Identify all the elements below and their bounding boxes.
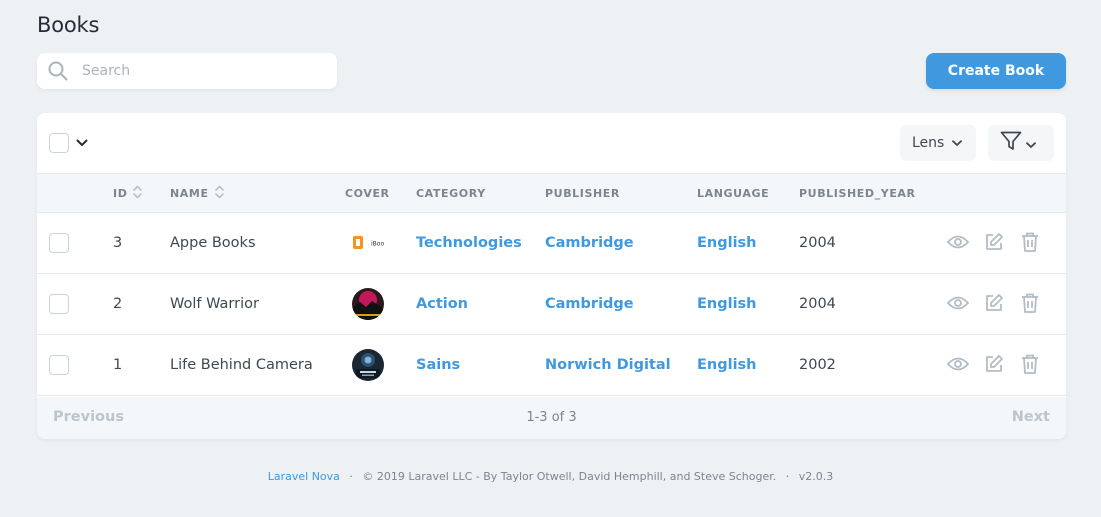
resource-table-card: Lens ID NAME COVER CATEGORY PUBLISHER LA…	[37, 113, 1066, 439]
cell-publisher-link[interactable]: Cambridge	[545, 213, 634, 273]
laravel-nova-link[interactable]: Laravel Nova	[268, 470, 340, 483]
cell-name: Wolf Warrior	[170, 296, 259, 312]
edit-icon[interactable]	[983, 353, 1005, 375]
cell-publisher-link[interactable]: Norwich Digital	[545, 335, 671, 395]
chevron-down-icon	[1026, 134, 1036, 153]
cell-category-link[interactable]: Technologies	[416, 213, 522, 273]
row-actions	[947, 231, 1041, 253]
cell-language-link[interactable]: English	[697, 274, 757, 334]
footer: Laravel Nova · © 2019 Laravel LLC - By T…	[0, 470, 1101, 483]
cell-category-link[interactable]: Sains	[416, 335, 460, 395]
delete-trash-icon[interactable]	[1019, 353, 1041, 375]
cell-published-year: 2004	[799, 235, 836, 251]
view-eye-icon[interactable]	[947, 353, 969, 375]
cell-id: 1	[113, 357, 123, 373]
movie-poster-icon	[352, 288, 384, 320]
column-header-language: LANGUAGE	[697, 186, 770, 200]
pagination: Previous 1-3 of 3 Next	[37, 397, 1066, 439]
column-header-published-year: PUBLISHED_YEAR	[799, 186, 916, 200]
table-header: ID NAME COVER CATEGORY PUBLISHER LANGUAG…	[37, 173, 1066, 213]
svg-text:iBool: iBool	[371, 241, 384, 248]
footer-version: v2.0.3	[798, 470, 834, 483]
cell-name: Life Behind Camera	[170, 357, 313, 373]
cell-id: 2	[113, 296, 123, 312]
footer-copyright: © 2019 Laravel LLC - By Taylor Otwell, D…	[362, 470, 777, 483]
page-title: Books	[37, 13, 100, 37]
table-row: 2 Wolf Warrior Action Cambridge English …	[37, 274, 1066, 335]
row-checkbox[interactable]	[49, 355, 69, 375]
next-page-button[interactable]: Next	[1012, 409, 1050, 425]
sort-icon	[133, 185, 143, 202]
cell-publisher-link[interactable]: Cambridge	[545, 274, 634, 334]
filter-icon	[1000, 131, 1022, 155]
cell-language-link[interactable]: English	[697, 335, 757, 395]
ibook-logo-icon: iBool	[352, 227, 384, 259]
lens-label: Lens	[912, 135, 945, 151]
edit-icon[interactable]	[983, 292, 1005, 314]
filter-dropdown[interactable]	[988, 125, 1054, 161]
cell-published-year: 2002	[799, 357, 836, 373]
pagination-count: 1-3 of 3	[526, 410, 577, 425]
edit-icon[interactable]	[983, 231, 1005, 253]
column-header-publisher: PUBLISHER	[545, 186, 620, 200]
footer-separator: ·	[785, 470, 790, 483]
cell-published-year: 2004	[799, 296, 836, 312]
search-input[interactable]	[37, 53, 337, 89]
footer-separator: ·	[349, 470, 353, 483]
column-header-category: CATEGORY	[416, 186, 486, 200]
chevron-down-icon	[952, 135, 963, 151]
row-checkbox[interactable]	[49, 294, 69, 314]
table-row: 1 Life Behind Camera Sains Norwich Digit…	[37, 335, 1066, 396]
camera-cover-icon	[352, 349, 384, 381]
create-book-button[interactable]: Create Book	[926, 53, 1066, 89]
search-box	[37, 53, 337, 89]
table-row: 3 Appe Books iBool Technologies Cambridg…	[37, 213, 1066, 274]
column-header-id[interactable]: ID	[113, 174, 143, 212]
sort-icon	[214, 185, 224, 202]
select-menu-chevron-icon[interactable]	[75, 135, 89, 151]
row-checkbox[interactable]	[49, 233, 69, 253]
select-all-checkbox[interactable]	[49, 133, 69, 153]
view-eye-icon[interactable]	[947, 292, 969, 314]
cell-language-link[interactable]: English	[697, 213, 757, 273]
column-header-name[interactable]: NAME	[170, 174, 224, 212]
cell-name: Appe Books	[170, 235, 256, 251]
view-eye-icon[interactable]	[947, 231, 969, 253]
delete-trash-icon[interactable]	[1019, 292, 1041, 314]
column-header-cover: COVER	[345, 186, 390, 200]
cell-category-link[interactable]: Action	[416, 274, 468, 334]
row-actions	[947, 353, 1041, 375]
cell-id: 3	[113, 235, 123, 251]
delete-trash-icon[interactable]	[1019, 231, 1041, 253]
search-icon	[48, 61, 68, 81]
lens-dropdown[interactable]: Lens	[900, 125, 976, 161]
row-actions	[947, 292, 1041, 314]
table-toolbar: Lens	[37, 113, 1066, 173]
